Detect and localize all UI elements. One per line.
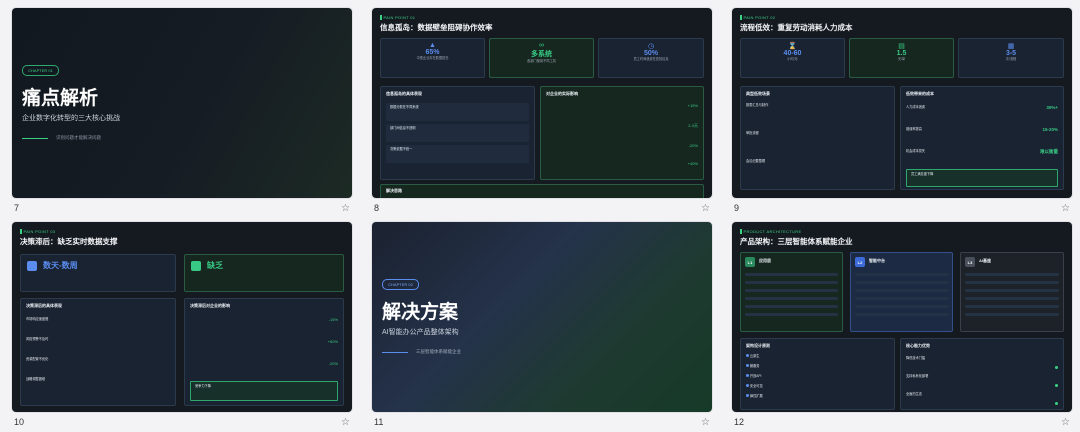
slide-thumb-11[interactable]: CHAPTER 02 解决方案 AI智能办公产品整体架构 三层智能体系赋能企业 … [372, 222, 712, 432]
slide-title: 痛点解析 [22, 88, 99, 109]
slide-thumb-9[interactable]: PAIN POINT 02 流程低效：重复劳动消耗人力成本 ⌛ 40-60 小时… [732, 8, 1072, 218]
info-panel-left: 决策滞后的具体表现 市场响应速度慢 风险预警不及时 资源配置不优化 战略调整困难 [20, 298, 176, 406]
layer-card-l1: L1 应用层 [740, 252, 843, 332]
info-panel-right: 低效带来的成本 人力成本浪费 30%+ 错误率提高 15-20% 机会成本损失 … [900, 86, 1064, 190]
slide-title: 信息孤岛：数据壁垒阻碍协作效率 [380, 23, 493, 32]
slide-thumb-7[interactable]: CHAPTER 01 痛点解析 企业数字化转型的三大核心挑战 识别问题才能解决问… [12, 8, 352, 218]
info-panel-right: 决策滞后对企业的影响 -15% +60% -20% 竞争力下降 [184, 298, 344, 406]
slide-thumb-8[interactable]: PAIN POINT 01 信息孤岛：数据壁垒阻碍协作效率 ▲ 65% 中型企业… [372, 8, 712, 218]
link-icon: ∞ [539, 42, 544, 49]
star-icon[interactable]: ☆ [701, 203, 710, 214]
chapter-badge: CHAPTER 01 [22, 65, 59, 76]
info-panel-left: 典型低效场景 报表汇总与制作 审批流程 会议纪要整理 [740, 86, 895, 190]
core-advantages-panel: 核心能力优势 降低技术门槛 支持私有化部署 全面的生态 [900, 338, 1064, 410]
stat-card: ∞ 多系统 各部门使用不同工具 [489, 38, 594, 78]
stat-card: ▲ 65% 中型企业存在数据孤岛 [380, 38, 485, 78]
star-icon[interactable]: ☆ [701, 417, 710, 428]
highlight-card-green: 缺乏 [184, 254, 344, 292]
solution-panel: 解决思路 [380, 184, 704, 198]
document-icon: ▤ [898, 43, 905, 50]
slide-number: 7 [14, 203, 20, 213]
stat-card: ▤ 1.5 天/单 [849, 38, 954, 78]
section-tag: PAIN POINT 02 [740, 15, 853, 20]
slide-title: 决策滞后：缺乏实时数据支撑 [20, 237, 118, 246]
stat-card: ◷ 50% 员工时间浪费在查找信息 [598, 38, 704, 78]
slide-subtitle: 企业数字化转型的三大核心挑战 [22, 115, 120, 122]
slide-number: 9 [734, 203, 740, 213]
slide-note: 三层智能体系赋能企业 [416, 349, 461, 354]
layer-card-l3: L3 AI基座 [960, 252, 1064, 332]
warning-icon: ▲ [429, 42, 436, 49]
accent-line [22, 138, 48, 139]
slide-number: 11 [374, 417, 384, 427]
slide-number: 12 [734, 417, 745, 427]
slide-title: 流程低效：重复劳动消耗人力成本 [740, 23, 853, 32]
accent-line [382, 352, 408, 353]
slide-number: 8 [374, 203, 380, 213]
layer-card-l2: L2 智能中台 [850, 252, 953, 332]
stat-card: ▦ 3-5 次/流程 [958, 38, 1064, 78]
chapter-badge: CHAPTER 02 [382, 279, 419, 290]
slide-number: 10 [14, 417, 25, 427]
slide-thumb-12[interactable]: PRODUCT ARCHITECTURE 产品架构：三层智能体系赋能企业 L1 … [732, 222, 1072, 432]
section-tag: PAIN POINT 03 [20, 229, 118, 234]
star-icon[interactable]: ☆ [341, 417, 350, 428]
star-icon[interactable]: ☆ [1061, 203, 1070, 214]
slide-thumb-10[interactable]: PAIN POINT 03 决策滞后：缺乏实时数据支撑 数天-数周 缺乏 决策滞… [12, 222, 352, 432]
section-tag: PAIN POINT 01 [380, 15, 493, 20]
slide-title: 解决方案 [382, 302, 459, 323]
slide-subtitle: AI智能办公产品整体架构 [382, 329, 459, 336]
design-principles-panel: 架构设计原则 云原生 微服务 开放API 安全可控 弹性扩展 [740, 338, 895, 410]
slide-note: 识别问题才能解决问题 [56, 135, 101, 140]
clock-icon: ◷ [647, 43, 655, 50]
star-icon[interactable]: ☆ [341, 203, 350, 214]
info-panel-left: 信息孤岛的具体表现 数据分散在不同系统 部门间信息不透明 决策依据不统一 [380, 86, 535, 180]
info-panel-right: 对企业的实际影响 +15% 2-3天 -20% +40% [540, 86, 704, 180]
slide-title: 产品架构：三层智能体系赋能企业 [740, 237, 853, 246]
highlight-card-blue: 数天-数周 [20, 254, 176, 292]
hourglass-icon: ⌛ [788, 43, 797, 50]
star-icon[interactable]: ☆ [1061, 417, 1070, 428]
calendar-icon: ▦ [1007, 43, 1015, 50]
section-tag: PRODUCT ARCHITECTURE [740, 229, 853, 234]
stat-card: ⌛ 40-60 小时/月 [740, 38, 845, 78]
